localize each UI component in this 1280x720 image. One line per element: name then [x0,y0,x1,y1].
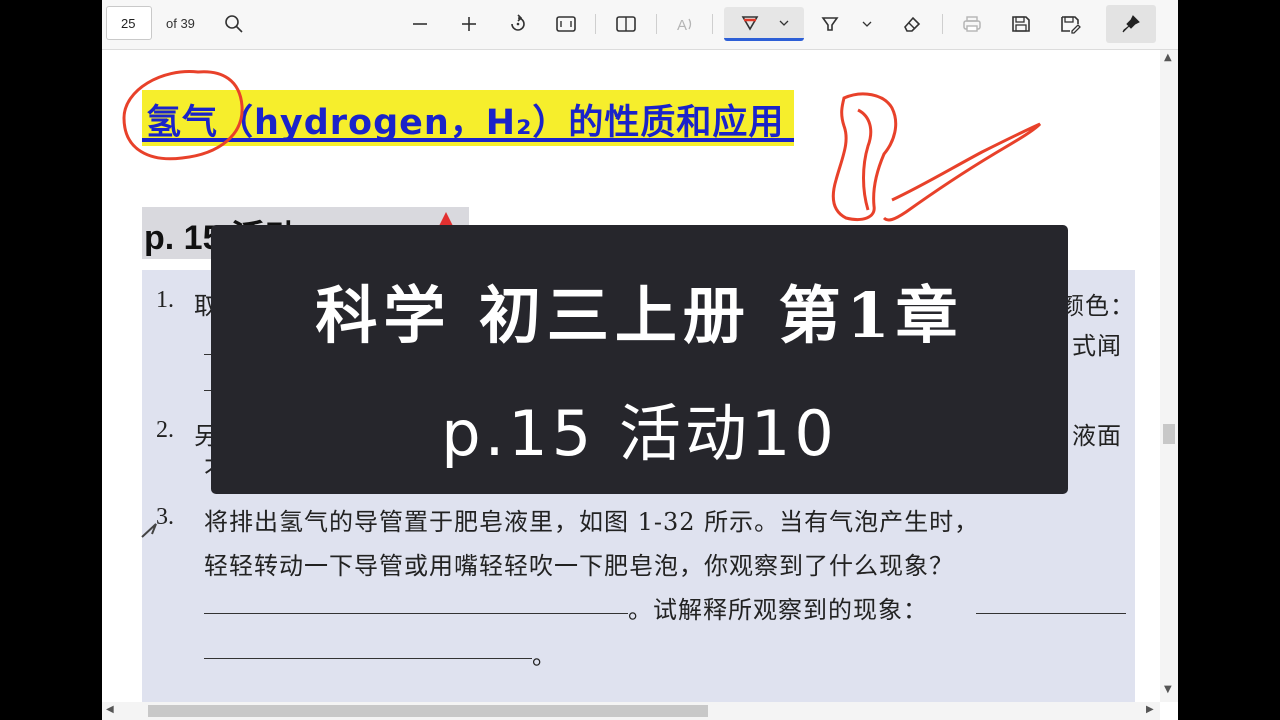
save-as-icon[interactable] [1056,8,1084,40]
save-icon[interactable] [1007,8,1035,40]
highlight-icon[interactable] [816,8,844,40]
toolbar-divider [595,14,596,34]
toolbar-divider [712,14,713,34]
zoom-out-icon[interactable] [406,8,434,40]
page-total-label: of 39 [166,16,195,31]
vertical-scroll-thumb[interactable] [1163,424,1175,444]
read-aloud-icon[interactable]: A [672,8,700,40]
mark-annotation [141,523,157,538]
toolbar-divider [656,14,657,34]
title-overlay: 科学 初三上册 第1章 p.15 活动10 [211,225,1068,494]
draw-icon [739,13,761,33]
scroll-down-icon[interactable]: ▼ [1164,684,1172,695]
chevron-down-icon[interactable] [860,8,874,40]
pin-icon[interactable] [1106,5,1156,43]
overlay-subtitle: p.15 活动10 [441,397,838,470]
toolbar-divider [942,14,943,34]
sketch-annotation [831,92,1042,222]
toolbar: 25 of 39 A [102,0,1178,50]
scroll-up-icon[interactable]: ▲ [1164,52,1172,63]
circle-annotation [122,70,244,161]
print-icon[interactable] [958,8,986,40]
fit-page-icon[interactable] [552,8,580,40]
draw-button[interactable] [724,7,804,41]
vertical-scrollbar[interactable]: ▲ ▼ [1160,50,1178,702]
scroll-right-icon[interactable]: ▶ [1146,704,1154,715]
page-number-input[interactable]: 25 [106,6,152,40]
page-view-icon[interactable] [612,8,640,40]
eraser-icon[interactable] [898,8,926,40]
search-icon[interactable] [220,8,248,40]
horizontal-scrollbar[interactable]: ◀ ▶ [102,702,1160,720]
scroll-left-icon[interactable]: ◀ [106,704,114,715]
chevron-down-icon[interactable] [779,19,789,27]
rotate-icon[interactable] [504,8,532,40]
zoom-in-icon[interactable] [455,8,483,40]
horizontal-scroll-thumb[interactable] [148,705,708,717]
svg-text:A: A [677,17,687,34]
overlay-title: 科学 初三上册 第1章 [315,279,964,352]
